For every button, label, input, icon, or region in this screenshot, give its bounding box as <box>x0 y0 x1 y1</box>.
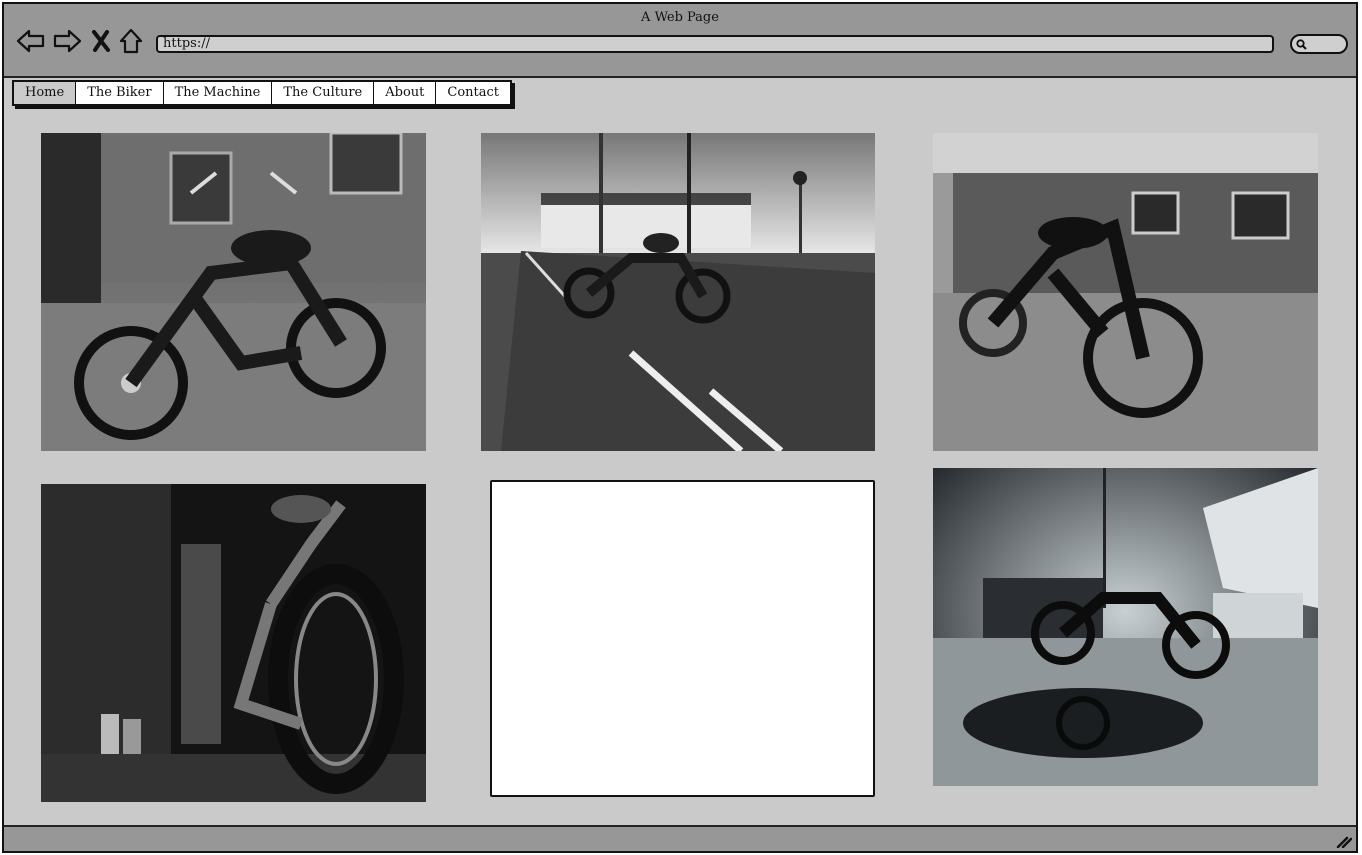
gallery-image-1[interactable] <box>41 133 426 451</box>
tab-home[interactable]: Home <box>14 82 77 104</box>
tab-contact[interactable]: Contact <box>436 82 511 104</box>
gallery-image-3[interactable] <box>933 133 1318 451</box>
tab-the-culture[interactable]: The Culture <box>272 82 375 104</box>
gallery-image-2[interactable] <box>481 133 875 451</box>
image-placeholder <box>490 480 875 797</box>
status-bar <box>4 825 1356 851</box>
search-icon <box>1296 39 1307 50</box>
gallery-image-6[interactable] <box>933 468 1318 786</box>
nav-tabs: Home The Biker The Machine The Culture A… <box>12 80 513 106</box>
tab-the-biker[interactable]: The Biker <box>76 82 164 104</box>
back-arrow-icon[interactable] <box>16 26 46 56</box>
browser-toolbar: A Web Page https:// <box>4 4 1356 78</box>
browser-window: A Web Page https:// Home The Biker The M… <box>2 2 1358 853</box>
forward-arrow-icon[interactable] <box>52 26 82 56</box>
search-input[interactable] <box>1290 34 1348 54</box>
url-input[interactable]: https:// <box>156 35 1274 53</box>
gallery-image-4[interactable] <box>41 484 426 802</box>
window-title: A Web Page <box>641 10 719 25</box>
stop-x-icon[interactable] <box>90 26 112 56</box>
resize-grip-icon[interactable] <box>1334 834 1352 848</box>
tab-about[interactable]: About <box>374 82 437 104</box>
tab-the-machine[interactable]: The Machine <box>163 82 273 104</box>
home-icon[interactable] <box>118 26 144 56</box>
